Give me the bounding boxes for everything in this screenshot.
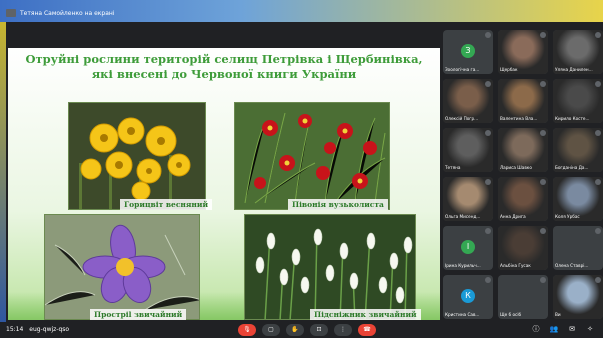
participant-name: Олена Ставрі... [555, 263, 589, 268]
avatar: З [461, 44, 475, 58]
participant-name: Щербак [500, 67, 518, 72]
participant-name: Кристина Сав... [445, 312, 480, 317]
snowdrop-photo [244, 214, 416, 320]
side-panel-buttons: ⓘ 👥 ✉ ✧ [531, 324, 595, 334]
participant-tile[interactable]: Богданіна Да... [553, 128, 603, 172]
participant-tile[interactable]: Тетяна [443, 128, 493, 172]
peony-caption: Півонія вузьколиста [288, 199, 388, 210]
adonis-flower-photo [68, 102, 206, 210]
presenter-bar: Тетяна Самойленко на екрані [6, 7, 114, 19]
mic-muted-icon [595, 130, 601, 136]
mic-muted-icon [485, 130, 491, 136]
participant-tile[interactable]: К Кристина Сав... [443, 275, 493, 319]
participant-tile[interactable]: Анна Дрига [498, 177, 548, 221]
participant-tile[interactable]: І Ірина Курильч... [443, 226, 493, 270]
participant-name: Ще 6 осіб [500, 312, 522, 317]
mic-muted-icon [595, 32, 601, 38]
raise-hand-button[interactable]: ✋ [286, 324, 304, 336]
mic-muted-icon [485, 228, 491, 234]
participant-tile[interactable]: З Зоологічна га... [443, 30, 493, 74]
mic-muted-icon [540, 130, 546, 136]
peony-flower-photo [234, 102, 390, 210]
participant-tile[interactable]: Ви [553, 275, 603, 319]
mic-muted-icon [540, 277, 546, 283]
slide-title: Отруйні рослини територій селищ Петрівка… [25, 52, 423, 81]
mic-muted-icon [540, 32, 546, 38]
participant-name: Коля Урбас [555, 214, 580, 219]
mic-muted-icon [485, 32, 491, 38]
mic-muted-icon [540, 81, 546, 87]
leave-call-button[interactable]: ☎ [358, 324, 376, 336]
participant-name: Ольга Мисенд... [445, 214, 481, 219]
participant-tile[interactable]: Олена Ставрі... [553, 226, 603, 270]
participant-name: Уляна Данилен... [555, 67, 593, 72]
participant-name: Ірина Курильч... [445, 263, 481, 268]
participant-name: Богданіна Да... [555, 165, 589, 170]
mic-muted-icon [595, 179, 601, 185]
participant-name: Анна Дрига [500, 214, 526, 219]
more-options-button[interactable]: ⋮ [334, 324, 352, 336]
mic-muted-icon [595, 228, 601, 234]
info-icon[interactable]: ⓘ [531, 324, 541, 334]
participant-tile[interactable]: Уляна Данилен... [553, 30, 603, 74]
camera-button[interactable]: ▢ [262, 324, 280, 336]
participant-name: Олексій Погр... [445, 116, 479, 121]
participant-name: Кирило Косте... [555, 116, 590, 121]
participant-name: Зоологічна га... [445, 67, 480, 72]
participant-tile[interactable]: Лариса Шавко [498, 128, 548, 172]
meeting-toolbar: 15:14 eug-qwjz-qso 🎙 ▢ ✋ ⊡ ⋮ ☎ ⓘ 👥 ✉ ✧ [0, 322, 603, 338]
adonis-caption: Горицвіт весняний [120, 199, 213, 210]
presenter-label: Тетяна Самойленко на екрані [20, 9, 115, 17]
mic-muted-icon [595, 81, 601, 87]
mic-muted-icon [485, 179, 491, 185]
participant-name: Лариса Шавко [500, 165, 532, 170]
people-icon[interactable]: 👥 [549, 324, 559, 334]
participant-tile[interactable]: Ще 6 осіб [498, 275, 548, 319]
participant-tile[interactable]: Ольга Мисенд... [443, 177, 493, 221]
meeting-code: eug-qwjz-qso [29, 326, 70, 333]
presentation-icon [6, 9, 16, 17]
pasqueflower-photo [44, 214, 200, 320]
present-button[interactable]: ⊡ [310, 324, 328, 336]
slide: Отруйні рослини територій селищ Петрівка… [8, 48, 440, 320]
mic-muted-icon [485, 81, 491, 87]
participant-tile[interactable]: Коля Урбас [553, 177, 603, 221]
participant-tile[interactable]: Альбіна Гусак [498, 226, 548, 270]
snowdrop-caption: Підсніжник звичайний [310, 309, 421, 320]
clock: 15:14 [6, 326, 24, 333]
participant-tile[interactable]: Олексій Погр... [443, 79, 493, 123]
pasqueflower-caption: Прострil звичайний [90, 309, 187, 320]
mic-off-button[interactable]: 🎙 [238, 324, 256, 336]
avatar: І [461, 240, 475, 254]
participant-tile[interactable]: Кирило Косте... [553, 79, 603, 123]
mic-muted-icon [540, 228, 546, 234]
participant-tile[interactable]: Валентина Вла... [498, 79, 548, 123]
participant-name: Валентина Вла... [500, 116, 538, 121]
participant-name: Тетяна [445, 165, 461, 170]
participant-name: Ви [555, 312, 561, 317]
chat-icon[interactable]: ✉ [567, 324, 577, 334]
avatar: К [461, 289, 475, 303]
mic-muted-icon [485, 277, 491, 283]
participants-grid: З Зоологічна га... Щербак Уляна Данилен... О… [443, 30, 603, 319]
participant-tile[interactable]: Щербак [498, 30, 548, 74]
mic-muted-icon [595, 277, 601, 283]
mic-muted-icon [540, 179, 546, 185]
presentation-stage: Отруйні рослини територій селищ Петрівка… [6, 22, 440, 322]
activities-icon[interactable]: ✧ [585, 324, 595, 334]
participant-name: Альбіна Гусак [500, 263, 531, 268]
call-controls: 🎙 ▢ ✋ ⊡ ⋮ ☎ [238, 324, 376, 336]
